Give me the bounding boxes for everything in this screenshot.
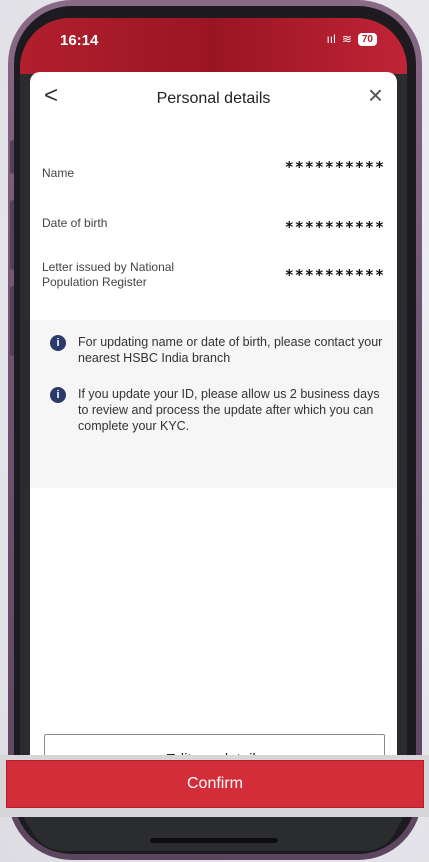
info-note-text: For updating name or date of birth, plea… <box>78 335 383 365</box>
page-title: Personal details <box>156 90 271 107</box>
detail-label: Letter issued by National Population Reg… <box>42 260 175 289</box>
personal-details-sheet: < Personal details × Name ********** Dat… <box>30 72 397 786</box>
status-bar: 16:14 ııl ≋ 70 <box>20 18 407 74</box>
wifi-icon: ≋ <box>341 32 352 46</box>
signal-icon: ııl <box>326 32 336 46</box>
detail-value-masked: ********** <box>284 158 385 176</box>
info-icon: i <box>50 387 66 403</box>
confirm-bar: Confirm <box>0 755 429 817</box>
detail-value-masked: ********** <box>284 266 385 284</box>
info-note: i For updating name or date of birth, pl… <box>50 334 386 366</box>
detail-label: Name <box>42 166 75 180</box>
info-icon: i <box>50 335 66 351</box>
status-icons: ııl ≋ 70 <box>326 32 377 46</box>
detail-value-masked: ********** <box>284 218 385 236</box>
sheet-header: < Personal details × <box>30 72 397 122</box>
detail-row-dob: Date of birth ********** <box>30 212 397 242</box>
detail-row-name: Name ********** <box>30 158 397 192</box>
close-button[interactable]: × <box>368 82 383 108</box>
screen-bottom <box>28 815 400 851</box>
info-note: i If you update your ID, please allow us… <box>50 386 386 434</box>
info-note-text: If you update your ID, please allow us 2… <box>78 387 380 433</box>
home-indicator <box>150 838 278 843</box>
detail-row-npr-letter: Letter issued by National Population Reg… <box>30 258 397 298</box>
phone-screen: 16:14 ııl ≋ 70 < Personal details × Name… <box>20 18 407 848</box>
confirm-button[interactable]: Confirm <box>6 760 424 808</box>
status-time: 16:14 <box>60 32 99 49</box>
battery-icon: 70 <box>357 32 377 46</box>
detail-label: Date of birth <box>42 216 108 230</box>
info-notes: i For updating name or date of birth, pl… <box>30 320 397 488</box>
